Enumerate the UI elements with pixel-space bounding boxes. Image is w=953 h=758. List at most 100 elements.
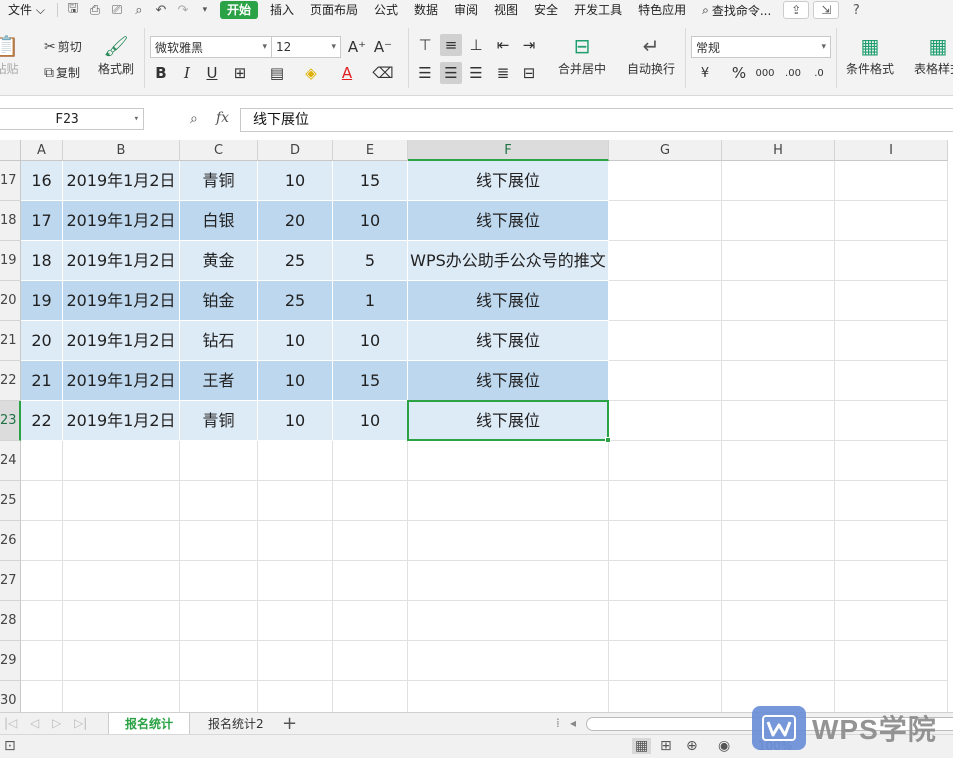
cell-e27[interactable] [333,561,408,601]
cell-b22[interactable]: 2019年1月2日 [63,361,180,401]
cell-i29[interactable] [835,641,948,681]
distributed-align-icon[interactable]: ⊟ [518,62,540,84]
cell-e25[interactable] [333,481,408,521]
cell-i26[interactable] [835,521,948,561]
cell-e26[interactable] [333,521,408,561]
print-icon[interactable]: ⎚ [106,0,128,20]
cell-f29[interactable] [408,641,609,681]
cell-a26[interactable] [21,521,63,561]
cell-a22[interactable]: 21 [21,361,63,401]
cell-b28[interactable] [63,601,180,641]
cell-f19[interactable]: WPS办公助手公众号的推文 [408,241,609,281]
cell-e28[interactable] [333,601,408,641]
cell-a27[interactable] [21,561,63,601]
align-center-icon[interactable]: ☰ [440,62,462,84]
cell-c18[interactable]: 白银 [180,201,258,241]
redo-icon[interactable]: ↷ [172,0,194,20]
cell-i19[interactable] [835,241,948,281]
tab-developer[interactable]: 开发工具 [566,0,630,20]
cell-b18[interactable]: 2019年1月2日 [63,201,180,241]
decrease-font-icon[interactable]: A⁻ [372,36,394,58]
row-header-20[interactable]: 20 [0,281,21,321]
cell-d28[interactable] [258,601,333,641]
quick-access-dropdown-icon[interactable]: ▾ [194,0,216,20]
cell-a18[interactable]: 17 [21,201,63,241]
tab-security[interactable]: 安全 [526,0,566,20]
cell-d23[interactable]: 10 [258,401,333,441]
cell-b30[interactable] [63,681,180,712]
cell-g19[interactable] [609,241,722,281]
cell-e24[interactable] [333,441,408,481]
column-header-f[interactable]: F [408,140,609,161]
cell-h19[interactable] [722,241,835,281]
column-header-b[interactable]: B [63,140,180,161]
fill-pattern-icon[interactable]: ▤ [266,62,288,84]
currency-icon[interactable]: ¥ [694,62,716,84]
scroll-left-icon[interactable]: ◂ [570,716,576,730]
cut-button[interactable]: ✂ 剪切 [44,38,82,55]
cell-d22[interactable]: 10 [258,361,333,401]
cell-f22[interactable]: 线下展位 [408,361,609,401]
column-header-a[interactable]: A [21,140,63,161]
cell-d24[interactable] [258,441,333,481]
border-icon[interactable]: ⊞ [229,62,251,84]
row-header-19[interactable]: 19 [0,241,21,281]
search-command[interactable]: ⌕ 查找命令... [694,2,779,19]
cell-i24[interactable] [835,441,948,481]
last-sheet-icon[interactable]: ▷| [74,716,87,730]
cell-f18[interactable]: 线下展位 [408,201,609,241]
cell-i21[interactable] [835,321,948,361]
auto-wrap-button[interactable]: ↵ 自动换行 [627,34,675,77]
cell-f25[interactable] [408,481,609,521]
cell-i18[interactable] [835,201,948,241]
cell-c26[interactable] [180,521,258,561]
cell-i23[interactable] [835,401,948,441]
cell-a21[interactable]: 20 [21,321,63,361]
column-header-c[interactable]: C [180,140,258,161]
font-name-select[interactable]: 微软雅黑 ▾ [150,36,272,58]
sheet-tab-2[interactable]: 报名统计2 [192,713,280,735]
print-preview-icon[interactable]: ⌕ [128,0,150,20]
reading-mode-icon[interactable]: ⊕ [686,738,698,754]
next-sheet-icon[interactable]: ▷ [52,716,61,730]
cell-h22[interactable] [722,361,835,401]
cell-d17[interactable]: 10 [258,161,333,201]
font-color-icon[interactable]: A [336,62,358,84]
prev-sheet-icon[interactable]: ◁ [30,716,39,730]
row-header-27[interactable]: 27 [0,561,21,601]
cell-g30[interactable] [609,681,722,712]
cell-e30[interactable] [333,681,408,712]
cell-h29[interactable] [722,641,835,681]
table-style-button[interactable]: ▦ 表格样式 [914,34,953,77]
number-format-select[interactable]: 常规 ▾ [691,36,831,58]
cell-e22[interactable]: 15 [333,361,408,401]
align-right-icon[interactable]: ☰ [465,62,487,84]
cell-a23[interactable]: 22 [21,401,63,441]
undo-icon[interactable]: ↶ [150,0,172,20]
cell-g21[interactable] [609,321,722,361]
tab-insert[interactable]: 插入 [262,0,302,20]
decrease-decimal-icon[interactable]: .0 [808,62,830,84]
cell-h18[interactable] [722,201,835,241]
column-header-h[interactable]: H [722,140,835,161]
cell-h20[interactable] [722,281,835,321]
cell-c19[interactable]: 黄金 [180,241,258,281]
column-header-i[interactable]: I [835,140,948,161]
cell-f27[interactable] [408,561,609,601]
file-menu[interactable]: 文件 ⌵ [0,0,53,20]
cell-b26[interactable] [63,521,180,561]
bold-icon[interactable]: B [150,62,172,84]
cell-h27[interactable] [722,561,835,601]
select-all-corner[interactable] [0,140,21,161]
add-sheet-icon[interactable]: + [282,713,297,735]
cell-d20[interactable]: 25 [258,281,333,321]
function-icon[interactable]: fx [216,110,229,126]
help-icon[interactable]: ? [845,0,867,20]
cell-f23[interactable]: 线下展位 [408,401,609,441]
cell-b17[interactable]: 2019年1月2日 [63,161,180,201]
cell-c29[interactable] [180,641,258,681]
conditional-format-button[interactable]: ▦ 条件格式 [846,34,894,77]
cell-h25[interactable] [722,481,835,521]
cell-c21[interactable]: 钻石 [180,321,258,361]
cell-g26[interactable] [609,521,722,561]
